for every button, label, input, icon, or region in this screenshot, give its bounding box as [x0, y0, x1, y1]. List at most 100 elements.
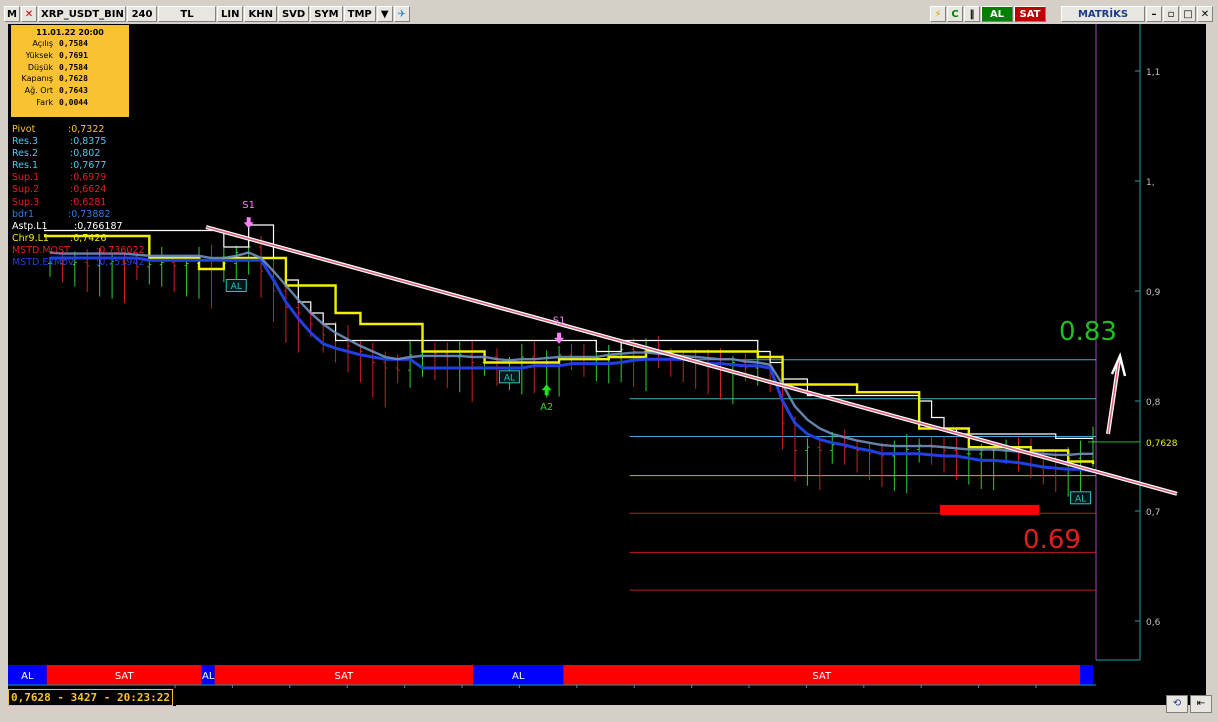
legend-value: :0,7322	[68, 124, 105, 135]
legend-label: bdr1	[12, 208, 35, 220]
info-row: Ağ. Ort 0,7643	[11, 85, 129, 97]
legend-value: :0,6624	[70, 184, 107, 196]
horizontal-scrollbar[interactable]	[176, 705, 1196, 715]
signal-strip-label: AL	[21, 671, 34, 682]
annotation-upside-target: 0.83	[1059, 317, 1117, 347]
legend-label: Sup.1	[12, 172, 40, 184]
lightning-icon[interactable]: ⚡	[930, 5, 946, 22]
signal-strip-label: AL	[512, 671, 525, 682]
chart-area[interactable]: 1,1 1, 0,9 0,8 0,7 0,6 0,7628 S1 S1 A2 AL AL AL 0.83 0…	[8, 24, 1206, 689]
dropdown-arrow-icon[interactable]: ▼	[376, 5, 393, 22]
legend-row: Res.3:0,8375	[12, 136, 145, 148]
legend-row: bdr1 :0,73882	[12, 209, 145, 221]
khn-button[interactable]: KHN	[244, 5, 277, 22]
status-price-volume-time: 0,7628 - 3427 - 20:23:22	[8, 689, 173, 706]
status-bar	[8, 688, 1206, 706]
info-date: 11.01.22 20:00	[36, 28, 104, 37]
legend-value: :0,73882	[68, 208, 111, 220]
al-signal-label: AL	[231, 282, 242, 292]
legend-label: Chr9.L1	[12, 232, 49, 244]
info-label: Ağ. Ort	[24, 86, 53, 96]
legend-label: Res.2	[12, 148, 39, 160]
maximize-icon[interactable]: □	[1180, 5, 1196, 22]
legend-row: Chr9.L1 :0,7426	[12, 233, 145, 245]
last-price-label: 0,7628	[1146, 439, 1178, 449]
info-value: 0,7643	[59, 86, 88, 96]
ohlc-info-box: 11.01.22 20:00 Açılış 0,7584 Yüksek 0,7691 D…	[10, 24, 130, 118]
lin-button[interactable]: LIN	[217, 5, 244, 22]
legend-value: :0,766187	[74, 220, 123, 232]
trendline-inner	[205, 226, 1178, 495]
bottom-icons: ⟲ ⇤	[1164, 695, 1212, 713]
signal-strip-segment	[1080, 665, 1093, 685]
legend-label: MSTD.ExMov	[12, 257, 74, 269]
price-chart[interactable]: 1,1 1, 0,9 0,8 0,7 0,6 0,7628 S1 S1 A2 AL AL AL 0.83 0…	[8, 24, 1206, 689]
al-signal-label: AL	[504, 373, 515, 383]
most-line	[50, 256, 1094, 473]
info-value: 0,7691	[59, 50, 88, 60]
currency-field[interactable]: TL	[158, 5, 216, 22]
signal-strip-label: SAT	[334, 671, 354, 682]
target-bar	[940, 504, 1040, 515]
buy-signal-arrow-icon	[541, 384, 552, 396]
info-row: Kapanış 0,7628	[11, 73, 129, 85]
y-tick-label: 1,1	[1146, 68, 1160, 78]
timeframe-field[interactable]: 240	[127, 5, 157, 22]
buy-button[interactable]: AL	[981, 5, 1013, 22]
sell-button[interactable]: SAT	[1014, 5, 1046, 22]
legend-label: MSTD.MOST	[12, 244, 70, 256]
legend-row: Astp.L1:0,766187	[12, 221, 145, 233]
legend-row: Res.1:0,7677	[12, 160, 145, 172]
legend-label: Sup.2	[12, 184, 40, 196]
matriks-m-icon[interactable]: M	[4, 5, 20, 22]
info-value: 0,7584	[59, 39, 88, 48]
signal-strip-label: SAT	[115, 671, 135, 682]
legend-value: :0,7426	[70, 232, 107, 244]
y-tick-label: 0,6	[1146, 618, 1161, 628]
bird-icon[interactable]: ✈	[393, 5, 410, 22]
legend-label: Res.1	[12, 160, 39, 172]
chr9-line	[44, 234, 1095, 465]
annotation-downside-target: 0.69	[1023, 525, 1081, 555]
info-value: 0,7584	[59, 62, 88, 72]
legend-row: MSTD.ExMov:0,751942	[12, 257, 145, 269]
signal-strip-label: AL	[202, 671, 215, 682]
legend-label: Pivot	[12, 124, 36, 135]
refresh-icon[interactable]: C	[947, 5, 963, 22]
chart-toolbar: M ✕ XRP_USDT_BIN 240 TL LIN KHN SVD SYM …	[4, 4, 1214, 23]
close-symbol-icon[interactable]: ✕	[21, 5, 37, 22]
legend-row: Sup.1 :0,6979	[12, 172, 145, 184]
sync-icon[interactable]: ⟲	[1166, 695, 1188, 713]
info-label: Düşük	[27, 62, 53, 72]
tmp-button[interactable]: TMP	[343, 5, 376, 22]
svd-button[interactable]: SVD	[277, 5, 310, 22]
sym-button[interactable]: SYM	[310, 5, 343, 22]
info-label: Kapanış	[21, 74, 53, 84]
minimize-icon[interactable]: –	[1146, 5, 1162, 22]
signal-label: S1	[242, 200, 255, 211]
sell-signal-arrow-icon	[243, 217, 254, 229]
info-label: Fark	[36, 97, 53, 107]
restore-icon[interactable]: ▫	[1163, 5, 1179, 22]
info-row: Yüksek 0,7691	[11, 50, 129, 62]
sell-signal-arrow-icon	[554, 332, 565, 344]
legend-label: Sup.3	[12, 196, 40, 208]
symbol-field[interactable]: XRP_USDT_BIN	[38, 5, 126, 22]
app-window: M ✕ XRP_USDT_BIN 240 TL LIN KHN SVD SYM …	[0, 0, 1218, 722]
legend-value: :0,6979	[70, 172, 107, 184]
signal-label: S1	[553, 316, 566, 327]
brand-label: MATRİKS	[1061, 5, 1145, 22]
signal-label: A2	[540, 402, 553, 413]
info-value: 0,7628	[59, 74, 88, 84]
y-tick-label: 0,8	[1146, 398, 1161, 408]
y-tick-label: 0,7	[1146, 508, 1160, 518]
y-tick-label: 1,	[1146, 178, 1155, 188]
legend-row: MSTD.MOST:0,736022	[12, 245, 145, 257]
legend-value: :0,6281	[70, 196, 107, 208]
pause-icon[interactable]: ‖	[964, 5, 980, 22]
close-window-icon[interactable]: ✕	[1197, 5, 1213, 22]
info-value: 0,0044	[59, 97, 88, 107]
info-rows: Açılış 0,7584 Yüksek 0,7691 Düşük 0,7584 Kapan…	[11, 38, 129, 109]
legend-value: :0,802	[70, 148, 101, 160]
scroll-end-icon[interactable]: ⇤	[1190, 695, 1212, 713]
